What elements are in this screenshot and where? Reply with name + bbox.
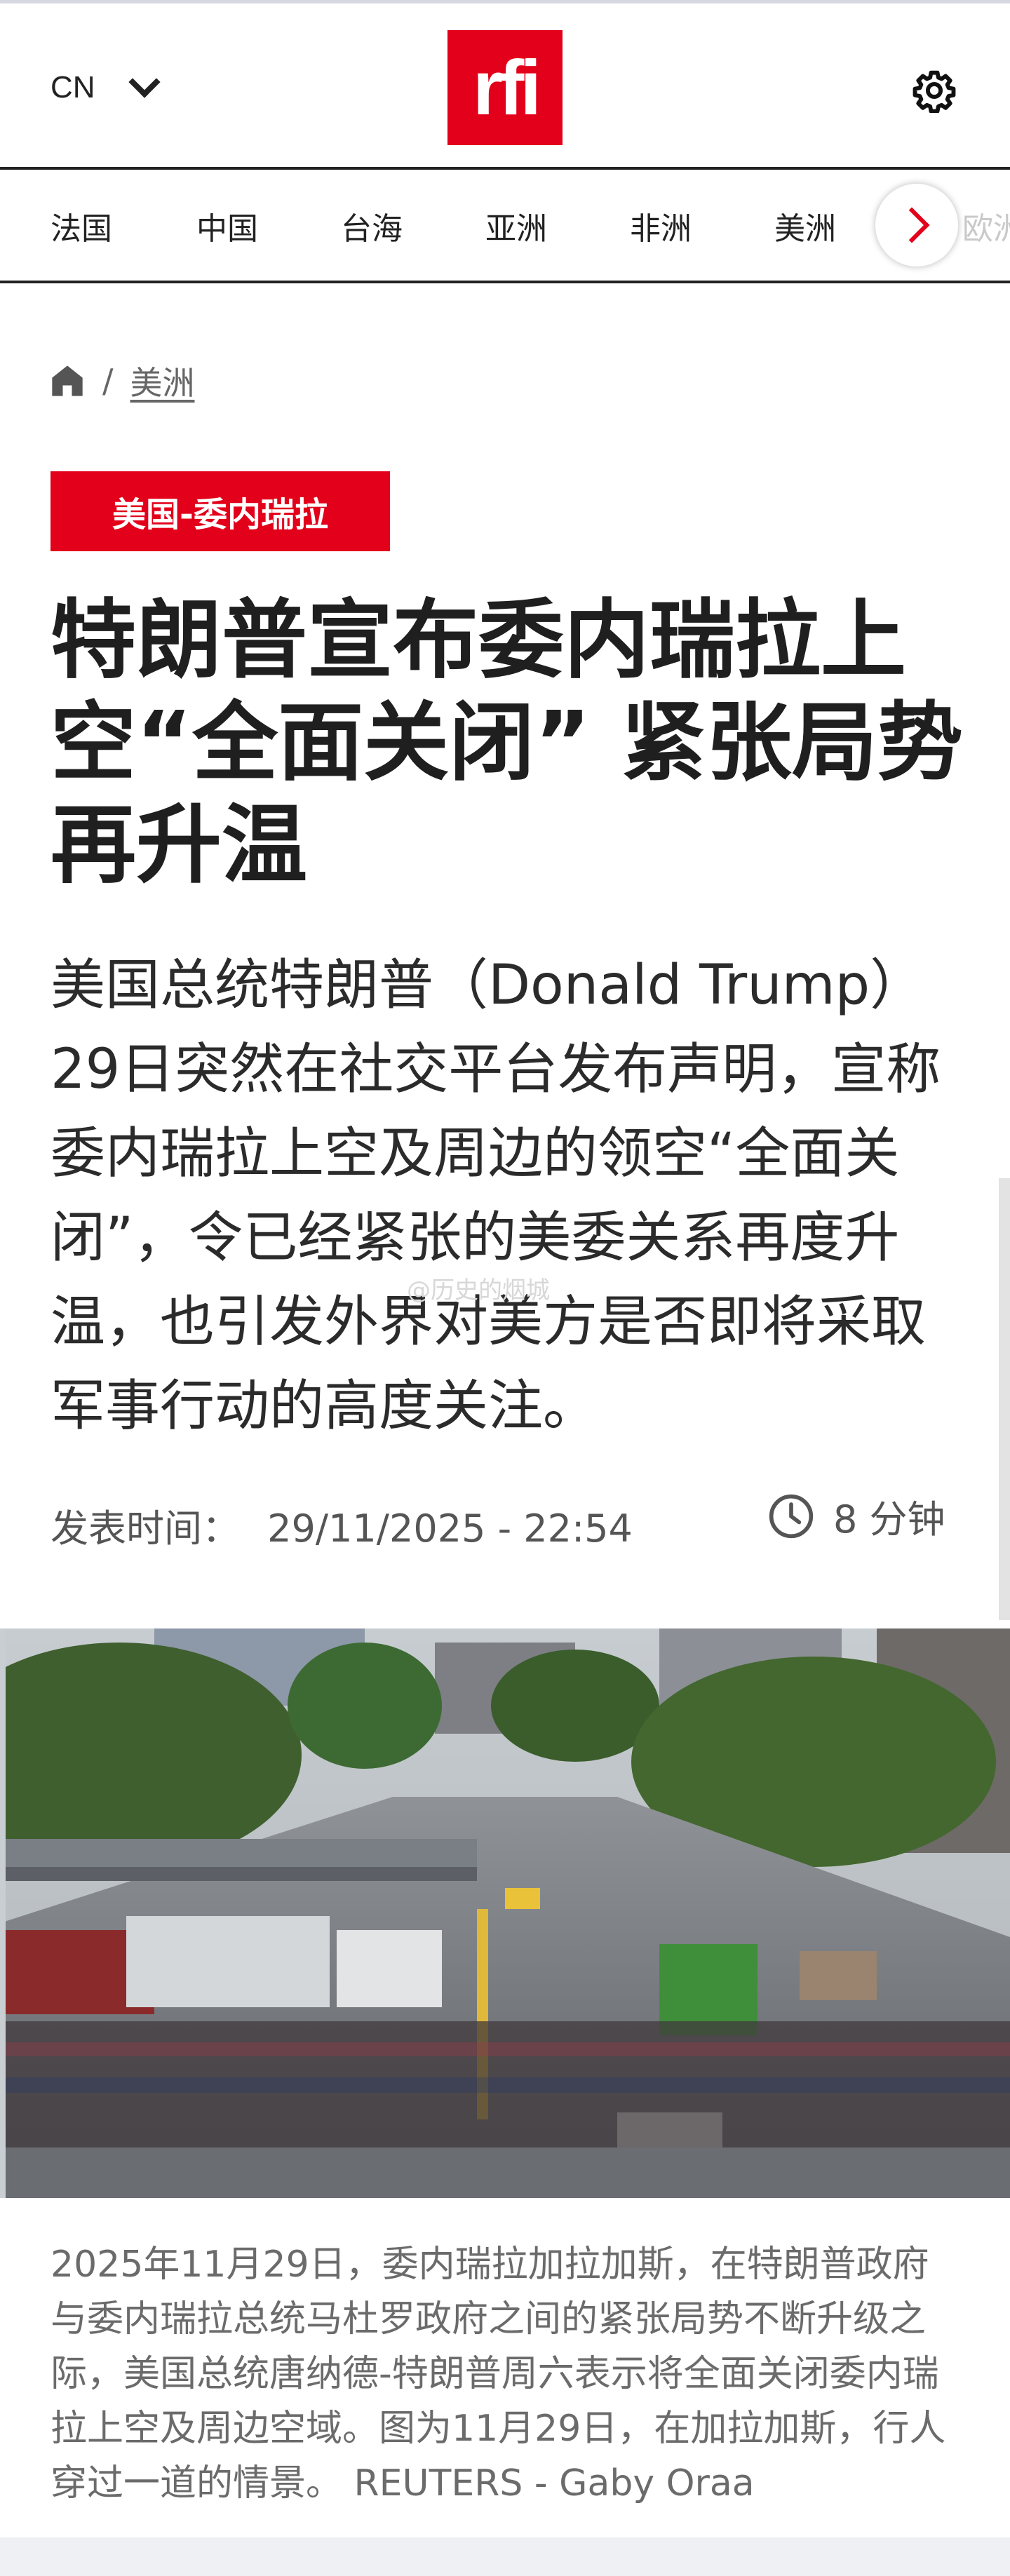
nav-item-americas[interactable]: 美洲 (774, 203, 836, 248)
nav-item-africa[interactable]: 非洲 (630, 203, 692, 248)
topic-tag[interactable]: 美国-委内瑞拉 (50, 471, 390, 551)
breadcrumb-separator: / (102, 362, 114, 400)
read-time-label: 8 分钟 (833, 1497, 945, 1542)
article-photo (0, 1628, 1010, 2198)
publish-date: 29/11/2025 - 22:54 (267, 1506, 633, 1551)
article-lead: 美国总统特朗普（Donald Trump）29日突然在社交平台发布声明，宣称委内… (50, 954, 941, 1438)
publish-label: 发表时间： (50, 1506, 240, 1551)
language-selector[interactable]: CN (50, 66, 161, 105)
article-title: 特朗普宣布委内瑞拉上空“全面关闭” 紧张局势再升温 (50, 591, 963, 895)
read-time: 8 分钟 (767, 1488, 945, 1544)
bottom-bar (0, 2537, 1010, 2576)
publish-info: 发表时间： 29/11/2025 - 22:54 (50, 1497, 633, 1553)
nav-item-taiwan-strait[interactable]: 台海 (341, 203, 403, 248)
chevron-right-icon (894, 207, 930, 243)
nav-item-europe[interactable]: 欧洲 (962, 203, 1010, 248)
scrollbar[interactable] (999, 1178, 1010, 1620)
rfi-logo[interactable]: rfi (447, 30, 563, 145)
nav-item-france[interactable]: 法国 (50, 203, 112, 248)
section-nav: 法国 中国 台海 亚洲 非洲 美洲 欧洲 (0, 167, 1010, 283)
breadcrumb-americas-link[interactable]: 美洲 (130, 358, 195, 404)
language-label: CN (50, 70, 95, 104)
nav-item-china[interactable]: 中国 (196, 203, 258, 248)
photo-caption: 2025年11月29日，委内瑞拉加拉加斯，在特朗普政府与委内瑞拉总统马杜罗政府之… (50, 2244, 946, 2504)
watermark: @历史的烟城 (407, 1276, 550, 1304)
chevron-down-icon (128, 66, 161, 98)
home-icon[interactable] (49, 363, 86, 399)
logo-text: rfi (473, 44, 541, 131)
nav-item-asia[interactable]: 亚洲 (485, 203, 547, 248)
clock-icon (769, 1494, 814, 1538)
gear-icon[interactable] (912, 68, 957, 113)
breadcrumb: / 美洲 (49, 358, 195, 404)
nav-next-button[interactable] (875, 184, 958, 267)
site-header: CN rfi (0, 4, 1010, 167)
